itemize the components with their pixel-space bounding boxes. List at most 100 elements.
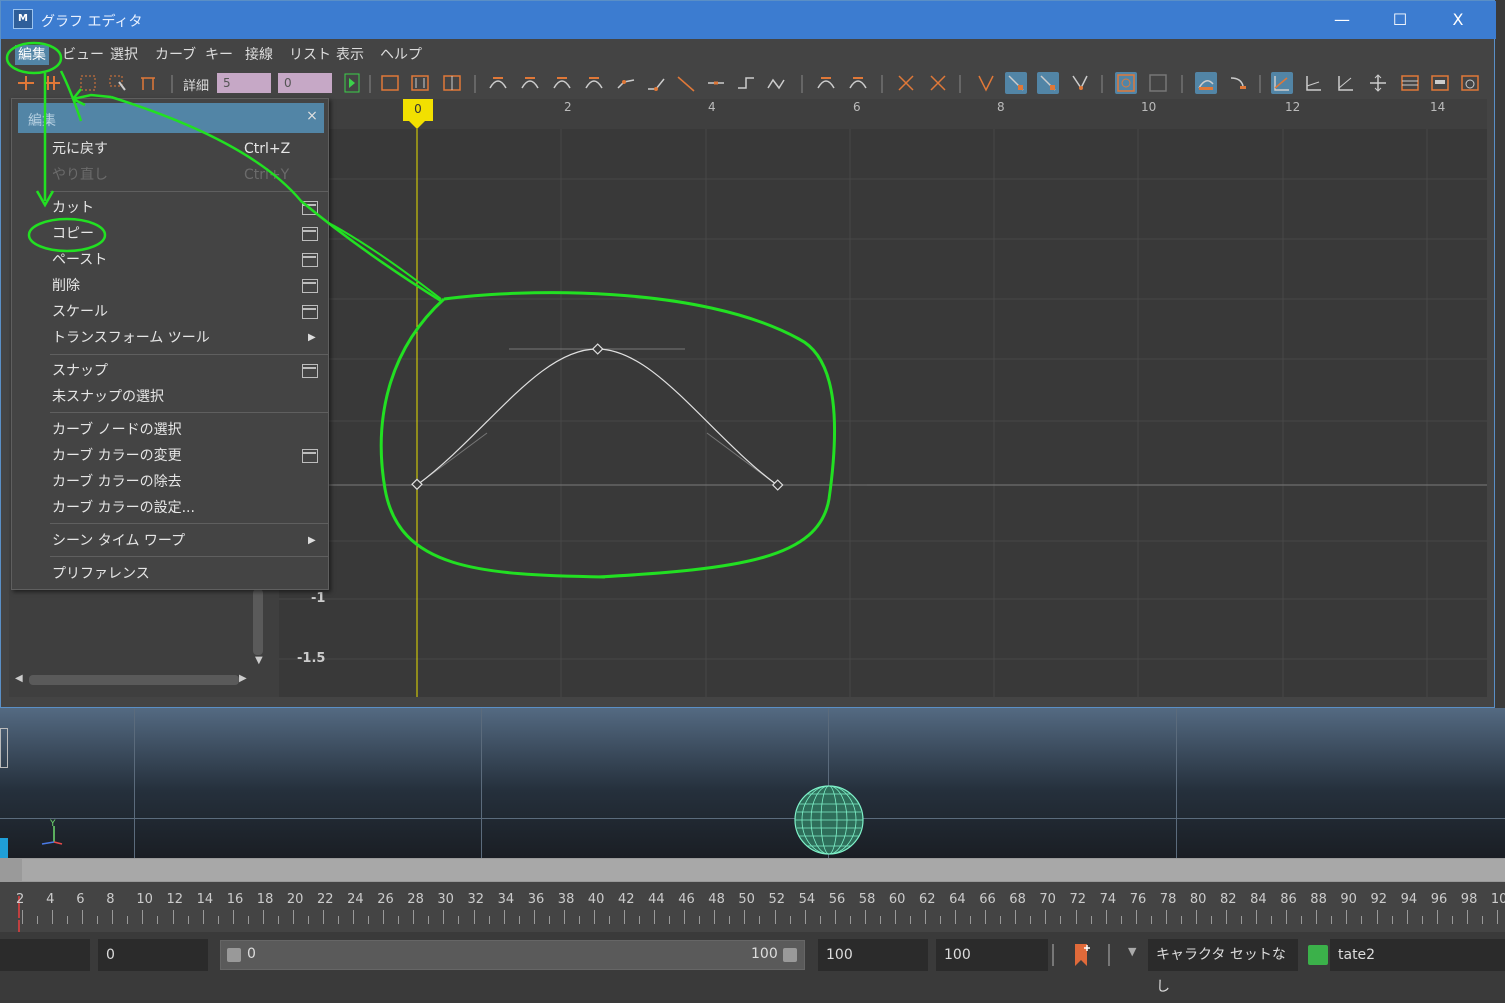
spline-tangent-icon[interactable] — [519, 72, 541, 94]
timeline-tick-label: 20 — [286, 892, 304, 907]
viewport-scrollbar[interactable] — [0, 858, 1505, 882]
scroll-down-icon[interactable]: ▼ — [255, 655, 263, 666]
bookmark-icon[interactable] — [1072, 942, 1092, 968]
timeline-tick — [1180, 916, 1182, 924]
menu-item-remove-curve-color[interactable]: カーブ カラーの除去 — [52, 470, 328, 494]
scroll-left-icon[interactable]: ◀ — [15, 673, 23, 684]
center-view-icon[interactable] — [1367, 72, 1389, 94]
scrollbar-thumb[interactable] — [22, 859, 1505, 881]
auto-tangent-icon[interactable] — [487, 72, 509, 94]
viewport-3d[interactable]: Y — [0, 708, 1505, 878]
timeline-tick — [1451, 916, 1453, 924]
menu-item-set-curve-colors[interactable]: カーブ カラーの設定... — [52, 496, 328, 520]
range-end-value: 100 — [751, 946, 778, 962]
buffer-curve-icon[interactable] — [1147, 72, 1169, 94]
tool-shelf-button[interactable] — [0, 728, 8, 768]
range-start-handle[interactable] — [227, 948, 241, 962]
vertical-scrollbar[interactable] — [253, 589, 263, 655]
timeline-tick — [1015, 910, 1017, 924]
step-icon[interactable] — [735, 72, 757, 94]
timeline-tick-label: 24 — [347, 892, 364, 907]
menu-item-change-curve-color[interactable]: カーブ カラーの変更 — [52, 444, 328, 468]
close-button[interactable]: X — [1433, 6, 1483, 34]
timeline-tick-label: 70 — [1039, 892, 1056, 907]
timeline-tick — [1000, 916, 1002, 924]
menu-item-preferences[interactable]: プリファレンス — [52, 562, 328, 586]
timeline-tick — [744, 910, 746, 924]
end-time-field[interactable]: 100 — [818, 939, 928, 971]
option-box-icon[interactable] — [302, 364, 318, 378]
timeline-tick-label: 50 — [738, 892, 755, 907]
normalize-icon[interactable] — [1069, 72, 1091, 94]
minimize-button[interactable]: — — [1317, 6, 1367, 34]
menu-separator — [50, 556, 328, 557]
key-layer-icon[interactable] — [1308, 945, 1328, 965]
timeline-tick — [383, 910, 385, 924]
timeline-tick — [1165, 910, 1167, 924]
spline-icon[interactable] — [765, 72, 787, 94]
snap-time-icon[interactable] — [1005, 72, 1027, 94]
timeline-tick — [518, 916, 520, 924]
timeline-tick — [338, 916, 340, 924]
toolbar-separator — [1259, 75, 1261, 93]
dope-sheet-icon[interactable] — [1399, 72, 1421, 94]
blank-field[interactable] — [0, 939, 90, 971]
trax-editor-icon[interactable] — [1429, 72, 1451, 94]
linear-tangent-icon[interactable] — [583, 72, 605, 94]
menu-item-transform-tools[interactable]: トランスフォーム ツール ▶ — [52, 326, 328, 350]
unify-tangents-icon[interactable] — [847, 72, 869, 94]
timeline-tick — [37, 916, 39, 924]
swap-buffer-icon[interactable] — [1195, 72, 1217, 94]
timeline-tick — [1436, 910, 1438, 924]
break-tangents-icon[interactable] — [815, 72, 837, 94]
timeline-tick — [443, 910, 445, 924]
range-slider[interactable]: 0 100 — [220, 940, 805, 970]
step-tangent-icon[interactable] — [645, 72, 667, 94]
time-slider[interactable]: 2 4 6 8 10 12 14 16 18 20 22 24 26 28 30 32 34 36 38 40 42 44… — [0, 882, 1505, 932]
divider — [1108, 944, 1110, 966]
time-editor-icon[interactable] — [1459, 72, 1481, 94]
timeline-tick — [834, 910, 836, 924]
anim-layer-field[interactable]: tate2 — [1330, 939, 1505, 971]
timeline-tick-label: 8 — [106, 892, 115, 907]
free-weight-icon[interactable] — [895, 72, 917, 94]
character-set-field[interactable]: キャラクタ セットなし — [1148, 939, 1298, 995]
stacked-view-icon[interactable] — [1271, 72, 1293, 94]
timeline-tick — [789, 916, 791, 924]
menu-item-select-curve-nodes[interactable]: カーブ ノードの選択 — [52, 418, 328, 442]
maximize-button[interactable]: ☐ — [1375, 6, 1425, 34]
range-end-handle[interactable] — [783, 948, 797, 962]
dropdown-arrow-icon[interactable]: ▼ — [1128, 945, 1136, 958]
timeline-tick-label: 40 — [587, 892, 605, 907]
sphere-object[interactable] — [793, 784, 865, 856]
start-time-field[interactable]: 0 — [98, 939, 208, 971]
flat-tangent-icon[interactable] — [615, 72, 637, 94]
key-stats-icon[interactable] — [975, 72, 997, 94]
stepped-next-icon[interactable] — [705, 72, 727, 94]
pre-infinity-icon[interactable] — [1227, 72, 1249, 94]
timeline-tick-label: 16 — [226, 892, 244, 907]
absolute-view-icon[interactable] — [1303, 72, 1325, 94]
timeline-tick — [1316, 910, 1318, 924]
option-box-icon[interactable] — [302, 449, 318, 463]
menu-item-snap[interactable]: スナップ — [52, 359, 328, 383]
curve-infinity-icon[interactable] — [1115, 72, 1137, 94]
plateau-tangent-icon[interactable] — [675, 72, 697, 94]
scroll-right-icon[interactable]: ▶ — [239, 673, 247, 684]
timeline-tick-label: 58 — [858, 892, 876, 907]
snap-value-icon[interactable] — [1037, 72, 1059, 94]
menu-item-select-unsnapped[interactable]: 未スナップの選択 — [52, 385, 328, 409]
timeline-tick — [202, 910, 204, 924]
normalized-view-icon[interactable] — [1335, 72, 1357, 94]
timeline-tick-label: 14 — [196, 892, 214, 907]
anim-end-field[interactable]: 100 — [936, 939, 1048, 971]
grid-line — [134, 708, 135, 858]
timeline-tick — [759, 916, 761, 924]
timeline-tick — [52, 910, 54, 924]
clamped-tangent-icon[interactable] — [551, 72, 573, 94]
timeline-tick-label: 64 — [949, 892, 966, 907]
lock-weight-icon[interactable] — [927, 72, 949, 94]
timeline-tick-label: 84 — [1250, 892, 1267, 907]
horizontal-scrollbar[interactable] — [29, 675, 239, 685]
menu-item-scene-time-warp[interactable]: シーン タイム ワープ ▶ — [52, 529, 328, 553]
